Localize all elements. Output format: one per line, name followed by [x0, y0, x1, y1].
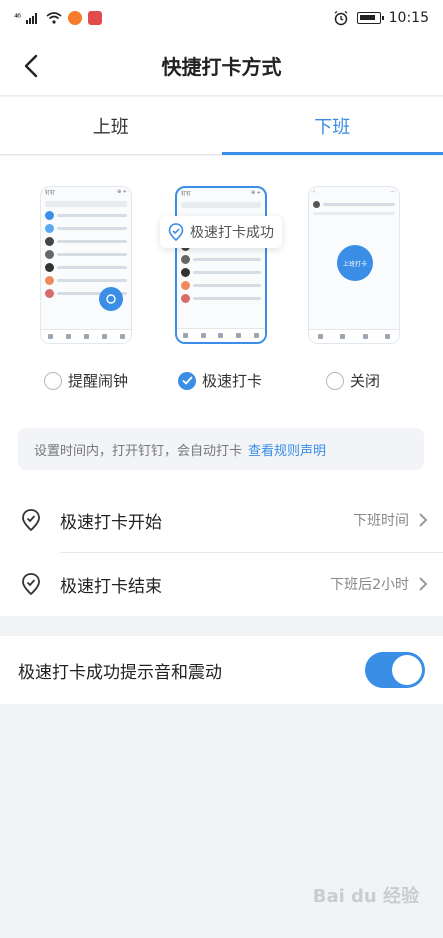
- toast-text: 极速打卡成功: [190, 225, 274, 241]
- preview-phone-alarm: 钉钉 ⊕ +: [40, 186, 132, 344]
- signal-icon: [26, 13, 38, 24]
- battery-icon: [356, 12, 384, 24]
- alarm-bubble-icon: [99, 287, 123, 311]
- option-fast[interactable]: 极速打卡: [178, 370, 262, 391]
- status-bar: ⁴⁶ 10:15: [0, 0, 443, 36]
- location-check-icon: [22, 573, 40, 596]
- signal-label: ⁴⁶: [14, 12, 21, 24]
- notification-app-icon: [68, 11, 83, 25]
- notification-app-icon-2: [88, 11, 103, 25]
- preview-phone-off: ‹ ··· 上班打卡: [308, 186, 400, 344]
- fast-end-label: 极速打卡结束: [60, 576, 162, 597]
- phone-app-title: 钉钉: [45, 190, 56, 196]
- phone-app-title-2: 钉钉: [181, 191, 192, 197]
- check-icon: [181, 376, 193, 385]
- tip-text: 设置时间内，打开钉钉，会自动打卡: [34, 443, 243, 459]
- tab-bar: 上班 下班: [0, 97, 443, 155]
- option-fast-label: 极速打卡: [202, 372, 263, 390]
- option-off-label: 关闭: [350, 372, 381, 390]
- fast-start-row[interactable]: 极速打卡开始 下班时间: [0, 488, 443, 552]
- fast-start-label: 极速打卡开始: [60, 512, 162, 533]
- clock: 10:15: [388, 10, 429, 26]
- time-settings: 极速打卡开始 下班时间 极速打卡结束 下班后2小时: [0, 488, 443, 616]
- back-button[interactable]: [18, 52, 44, 80]
- mode-options: 提醒闹钟 极速打卡 关闭: [0, 370, 443, 402]
- wifi-icon: [46, 12, 62, 24]
- fast-end-row[interactable]: 极速打卡结束 下班后2小时: [0, 552, 443, 616]
- location-check-icon: [168, 223, 184, 241]
- navbar: 快捷打卡方式: [0, 36, 443, 96]
- radio-off[interactable]: [326, 371, 344, 390]
- tab-off-duty[interactable]: 下班: [221, 97, 443, 155]
- baidu-watermark: Bai du 经验: [312, 886, 419, 907]
- page-title: 快捷打卡方式: [161, 55, 282, 79]
- fast-start-value: 下班时间: [353, 513, 409, 529]
- radio-alarm[interactable]: [44, 371, 62, 390]
- rule-tip: 设置时间内，打开钉钉，会自动打卡 查看规则声明: [18, 428, 424, 470]
- tab-on-duty[interactable]: 上班: [0, 97, 222, 154]
- sound-vibrate-label: 极速打卡成功提示音和震动: [18, 662, 222, 683]
- chevron-right-icon: [419, 577, 428, 591]
- preview-phone-fast: 钉钉 ⊕ +: [175, 186, 267, 344]
- sound-vibrate-toggle[interactable]: [365, 652, 425, 688]
- option-off[interactable]: 关闭: [326, 370, 380, 391]
- chevron-right-icon: [419, 513, 428, 527]
- toggle-knob: [392, 655, 422, 685]
- option-alarm[interactable]: 提醒闹钟: [44, 370, 128, 391]
- sound-vibrate-row: 极速打卡成功提示音和震动: [0, 636, 443, 704]
- check-in-button-preview: 上班打卡: [337, 245, 373, 281]
- radio-fast[interactable]: [178, 371, 196, 390]
- success-toast: 极速打卡成功: [160, 216, 282, 248]
- location-check-icon: [22, 509, 40, 532]
- chevron-left-icon: [24, 54, 38, 78]
- option-alarm-label: 提醒闹钟: [68, 372, 129, 390]
- rule-statement-link[interactable]: 查看规则声明: [248, 440, 326, 459]
- alarm-icon: [334, 10, 348, 26]
- fast-end-value: 下班后2小时: [330, 577, 409, 593]
